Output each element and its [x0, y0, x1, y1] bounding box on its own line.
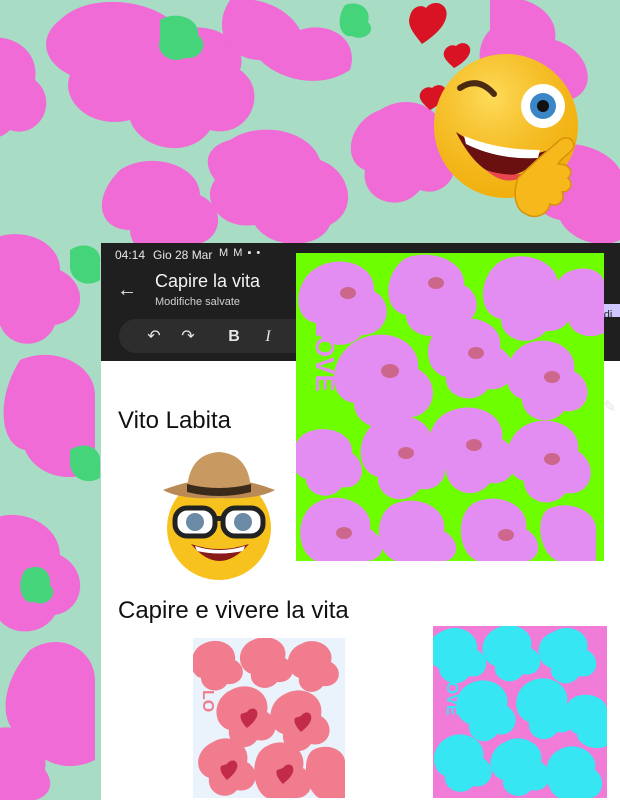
green-love-art: LOVE	[296, 253, 604, 561]
doc-title: Capire la vita	[155, 271, 261, 291]
pencil-icon[interactable]: ✎	[603, 397, 616, 417]
svg-text:LOVE: LOVE	[443, 672, 460, 716]
toolbar-pill: ↶ ↷ B I	[119, 319, 319, 353]
status-date: Gio 28 Mar	[153, 248, 213, 262]
phone-screenshot: 04:14 Gio 28 Mar M M ▪ • ← Capire la vit…	[101, 243, 620, 800]
bold-button[interactable]: B	[223, 326, 245, 348]
undo-icon[interactable]: ↶	[143, 326, 165, 348]
pink-love-art: LO	[193, 638, 345, 798]
cyan-love-art: LOVE	[433, 626, 607, 798]
italic-button[interactable]: I	[257, 326, 279, 348]
status-time: 04:14	[115, 248, 146, 262]
wink-emoji	[409, 3, 578, 218]
redo-icon[interactable]: ↷	[177, 326, 199, 348]
arrow-back-icon[interactable]: ←	[117, 279, 139, 301]
notification-icons: M M ▪ •	[219, 247, 262, 259]
author-text: Vito Labita	[118, 407, 231, 434]
hat-glasses-emoji	[163, 452, 275, 580]
svg-text:LO: LO	[199, 690, 216, 712]
save-status: Modifiche salvate	[155, 296, 240, 308]
love-text: LOVE	[310, 321, 340, 392]
section-heading: Capire e vivere la vita	[118, 597, 349, 624]
